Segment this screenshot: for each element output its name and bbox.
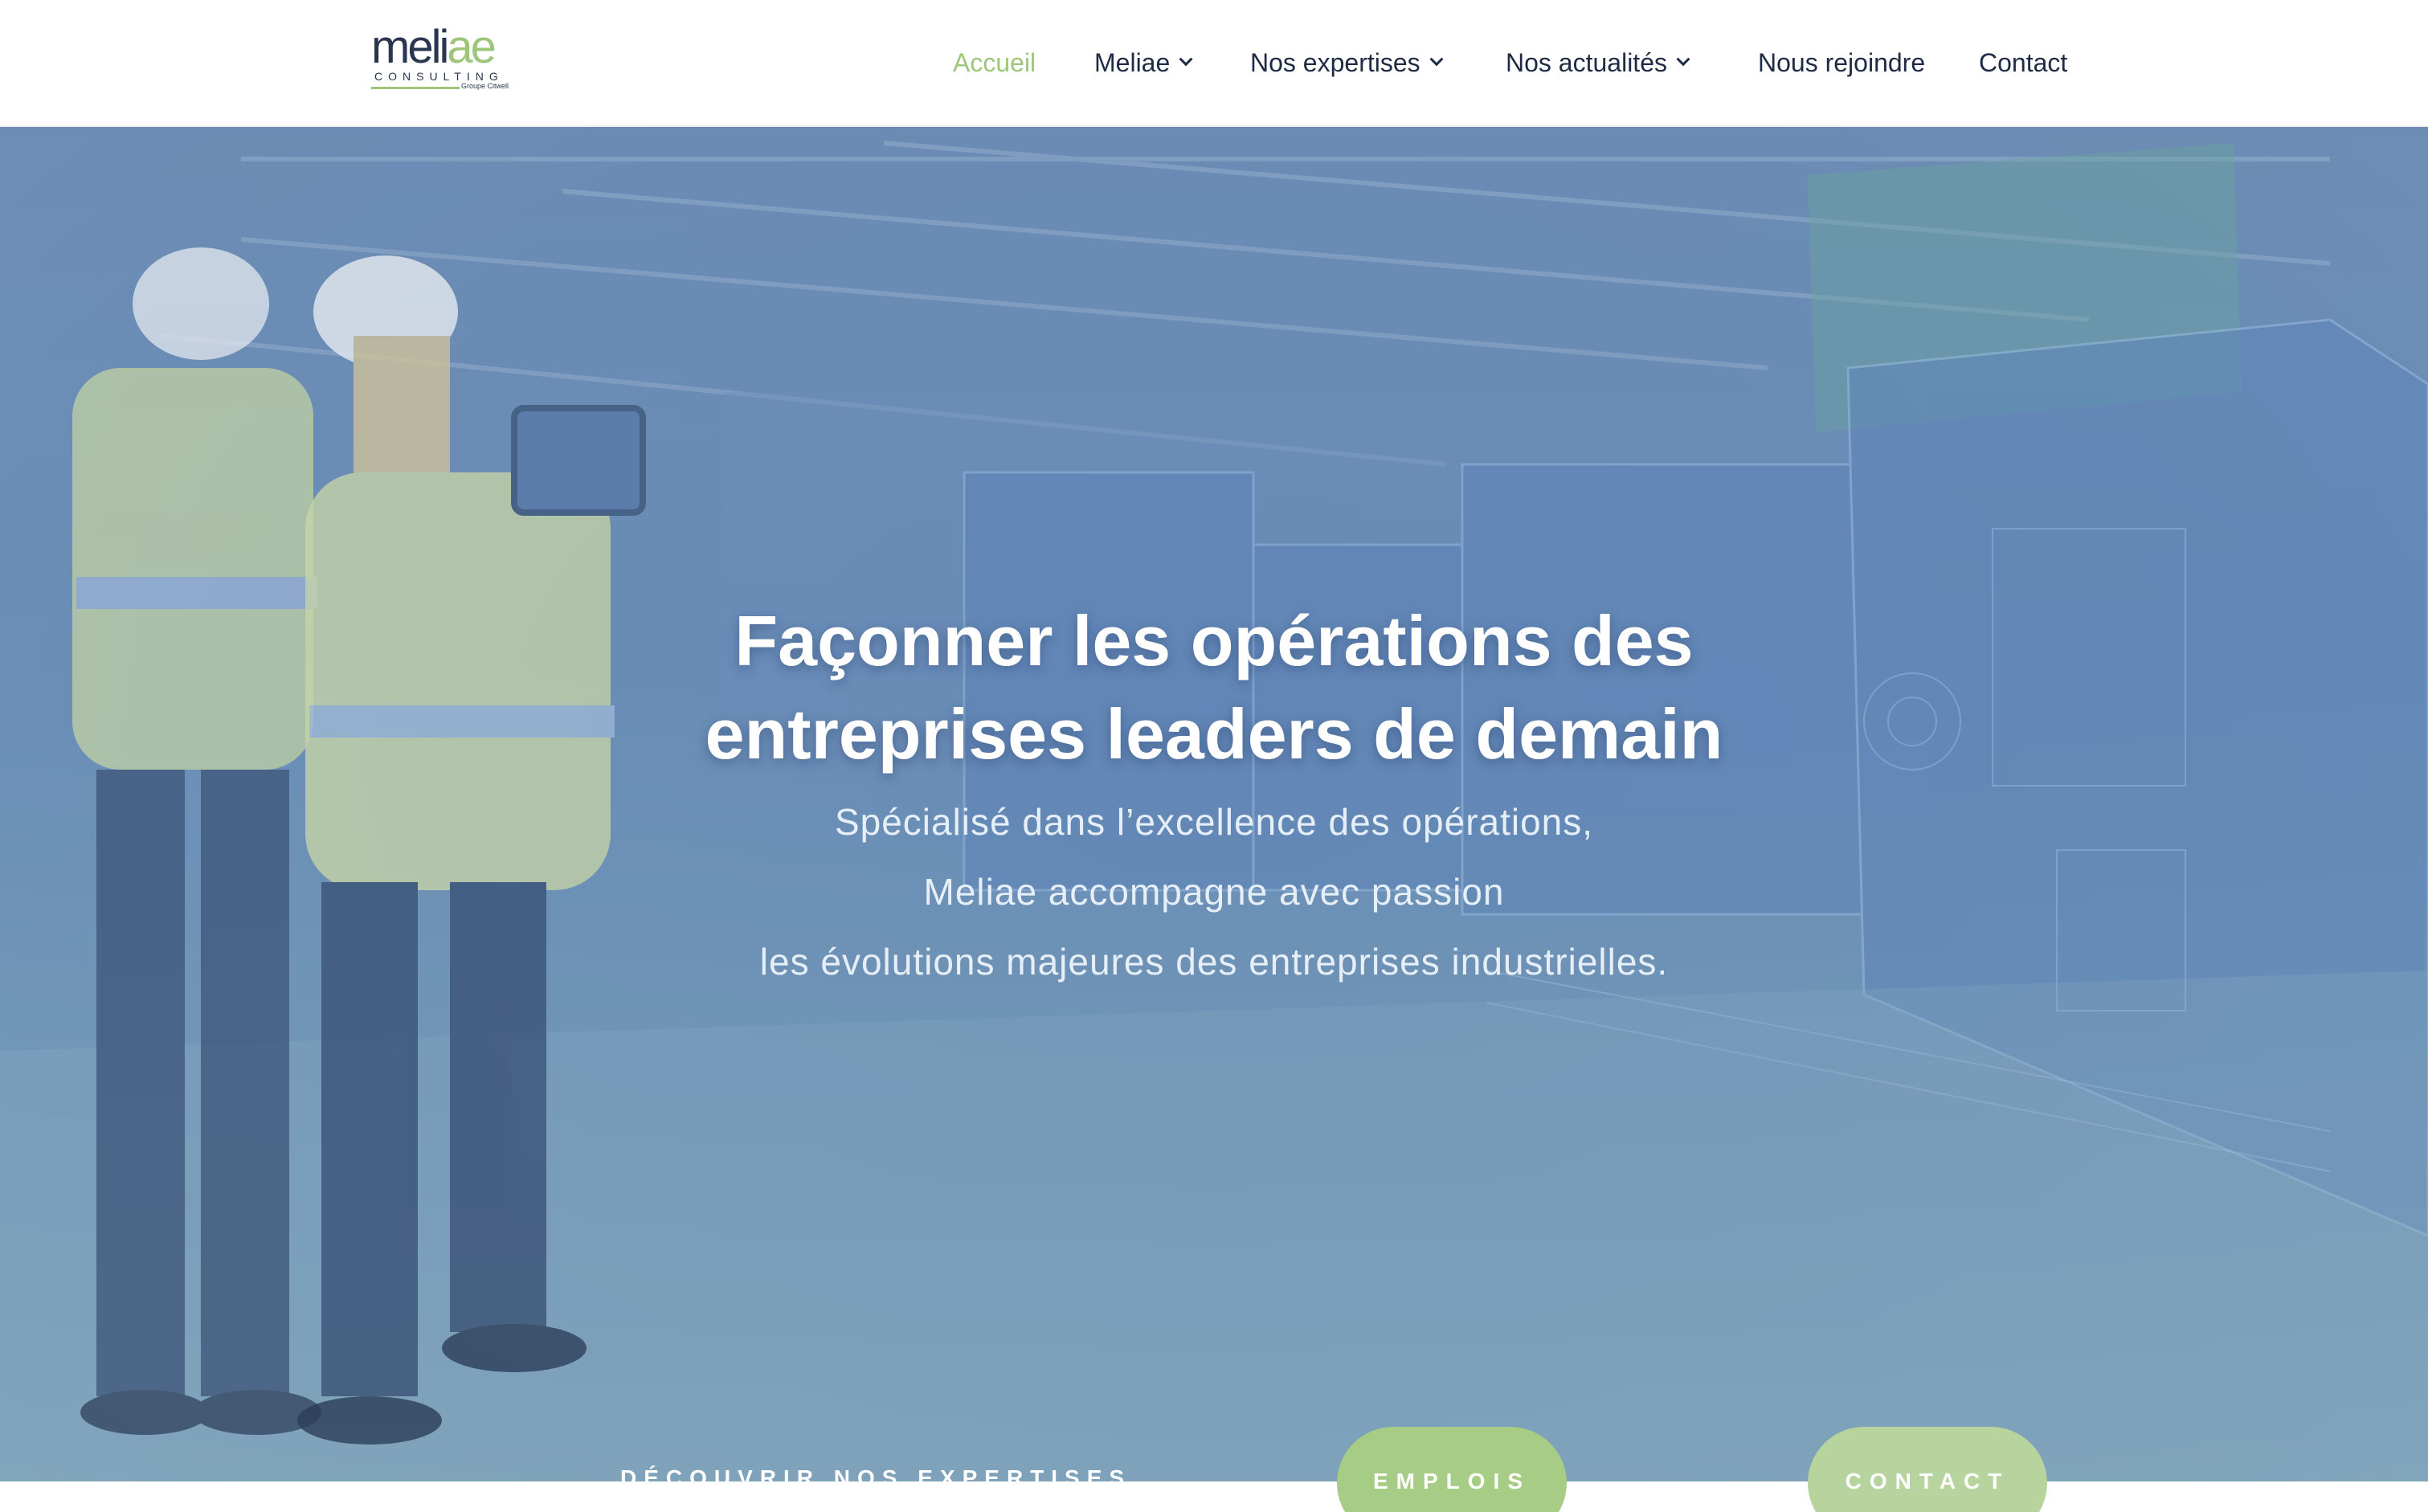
nav-label-accueil: Accueil [953,47,1036,77]
nav-item-contact[interactable]: Contact [1979,45,2067,80]
logo-part-meli: meli [371,21,449,73]
logo-wordmark: meliae [371,21,497,73]
site-header: meliae CONSULTING Groupe Citwell Accueil… [0,0,2428,127]
nav-item-nos-actualites[interactable]: Nos actualités [1506,45,1690,80]
nav-label-contact: Contact [1979,47,2068,77]
chevron-down-icon [1179,52,1193,67]
nav-item-nous-rejoindre[interactable]: Nous rejoindre [1758,45,1925,80]
hero-subtitle: Spécialisé dans l’excellence des opérati… [571,787,1857,997]
hero-subtitle-line1: Spécialisé dans l’excellence des opérati… [834,801,1594,843]
next-section-edge [0,1481,2428,1512]
contact-button-label: CONTACT [1845,1469,2010,1494]
nav-label-nous-rejoindre: Nous rejoindre [1758,47,1926,77]
chevron-down-icon [1429,52,1444,67]
hero-title-line2: entreprises leaders de demain [705,694,1723,774]
logo-group-tag: Groupe Citwell [461,82,509,90]
hero-title: Façonner les opérations des entreprises … [571,595,1857,781]
nav-item-accueil[interactable]: Accueil [953,45,1036,80]
emplois-button[interactable]: EMPLOIS [1337,1427,1567,1512]
hero-subtitle-line3: les évolutions majeures des entreprises … [759,941,1669,983]
nav-label-nos-expertises: Nos expertises [1250,47,1420,77]
nav-label-meliae: Meliae [1094,47,1171,77]
discover-expertises-link[interactable]: DÉCOUVRIR NOS EXPERTISES [620,1465,1131,1491]
logo-part-ae: ae [447,21,496,73]
hero-title-line1: Façonner les opérations des [734,601,1694,680]
hero-section: Façonner les opérations des entreprises … [0,127,2428,1481]
logo-consulting: CONSULTING [374,70,504,83]
meliae-logo[interactable]: meliae CONSULTING Groupe Citwell [371,24,513,95]
logo-underline [371,87,460,89]
hero-subtitle-line2: Meliae accompagne avec passion [923,871,1505,913]
emplois-button-label: EMPLOIS [1372,1469,1531,1494]
nav-item-nos-expertises[interactable]: Nos expertises [1250,45,1444,80]
nav-label-nos-actualites: Nos actualités [1506,47,1667,77]
chevron-down-icon [1676,52,1690,67]
nav-item-meliae[interactable]: Meliae [1094,45,1193,80]
contact-button[interactable]: CONTACT [1808,1427,2047,1512]
